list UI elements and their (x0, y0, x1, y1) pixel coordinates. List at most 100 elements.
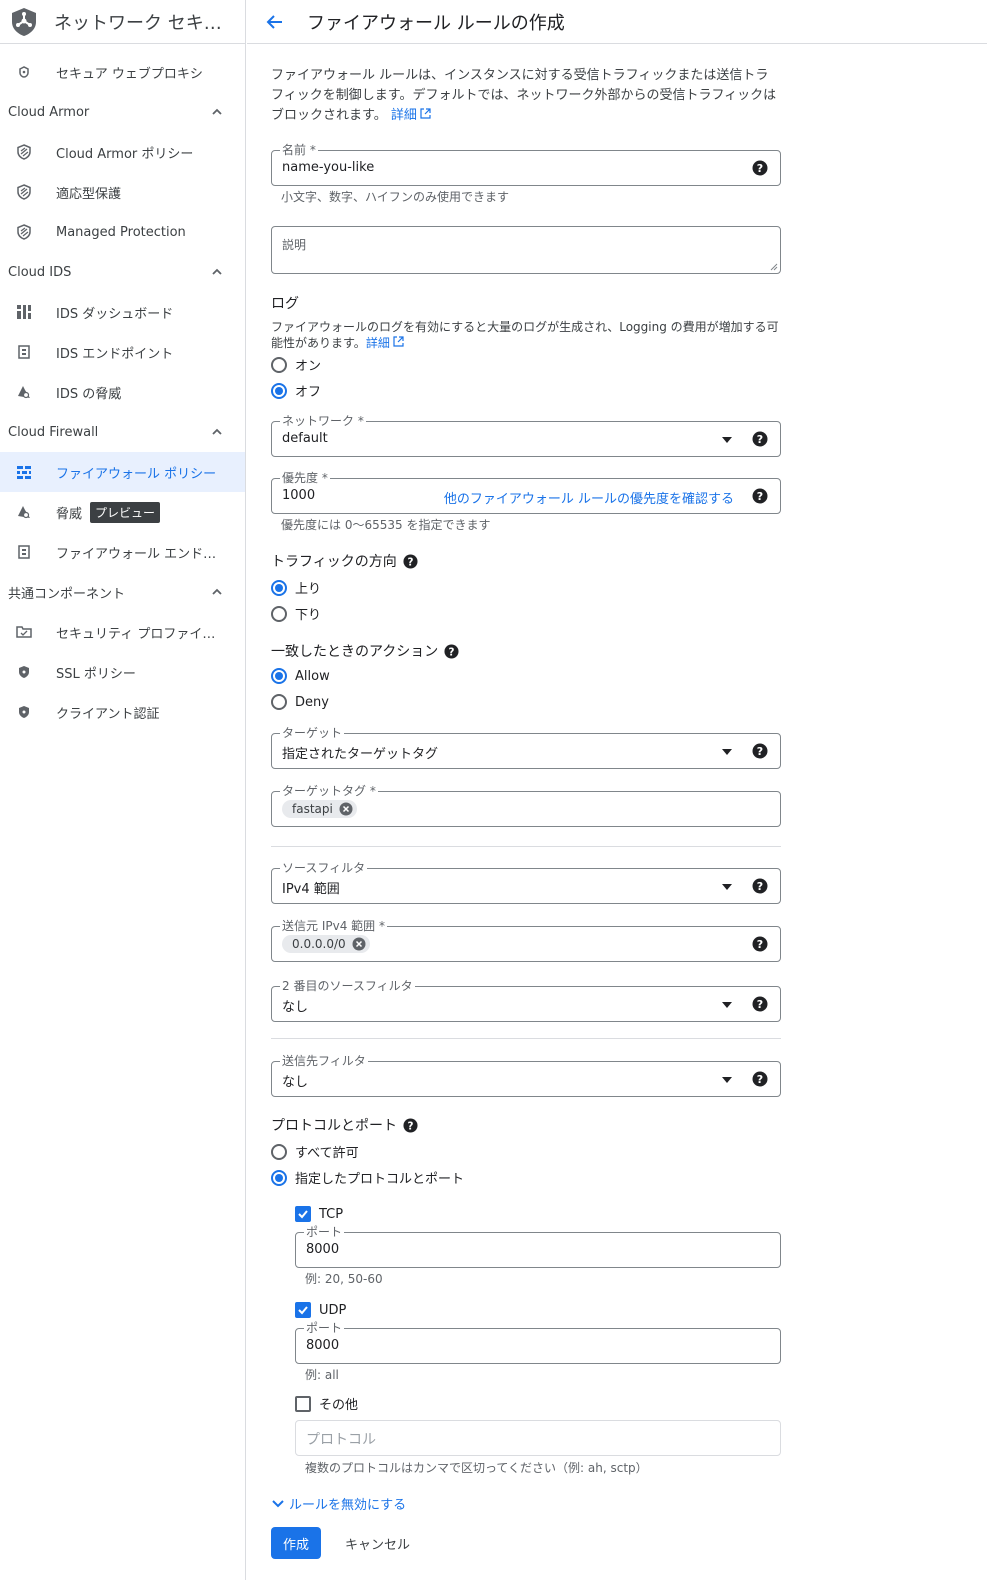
target-tags-field[interactable]: ターゲットタグ * fastapi (271, 784, 781, 827)
help-icon[interactable]: ? (752, 743, 768, 759)
check-icon (298, 1306, 308, 1315)
preview-badge: プレビュー (90, 501, 161, 523)
chip-label: 0.0.0.0/0 (292, 937, 346, 951)
action-deny-radio[interactable]: Deny (271, 694, 329, 710)
chevron-up-icon (212, 268, 222, 275)
sidebar-header: ネットワーク セキュ... (0, 0, 245, 44)
logs-on-radio[interactable]: オン (271, 355, 321, 374)
help-icon[interactable]: ? (752, 431, 768, 447)
priority-hint: 優先度には 0〜65535 を指定できます (281, 518, 491, 532)
resize-handle-icon[interactable] (770, 263, 778, 271)
help-icon[interactable]: ? (752, 488, 768, 504)
learn-more-link[interactable]: 詳細 (391, 108, 417, 123)
tcp-port-field[interactable]: ポート 8000 (295, 1225, 781, 1268)
help-icon[interactable]: ? (752, 936, 768, 952)
remove-chip-icon[interactable] (339, 802, 353, 816)
remove-chip-icon[interactable] (352, 937, 366, 951)
create-button[interactable]: 作成 (271, 1527, 321, 1559)
help-icon[interactable]: ? (752, 1071, 768, 1087)
disable-rule-toggle[interactable]: ルールを無効にする (271, 1494, 406, 1513)
logs-title: ログ (271, 296, 299, 312)
sidebar-item-security-profiles[interactable]: セキュリティ プロファイル ... (0, 612, 245, 652)
sidebar-item-ids-threats[interactable]: IDS の脅威 (0, 372, 245, 412)
help-icon[interactable]: ? (444, 643, 459, 659)
help-icon[interactable]: ? (752, 878, 768, 894)
sidebar-item-managed-protection[interactable]: Managed Protection (0, 212, 245, 252)
action-title-text: 一致したときのアクション (271, 644, 439, 660)
second-source-value: なし (282, 1000, 309, 1015)
priority-field[interactable]: 優先度 * 1000 他のファイアウォール ルールの優先度を確認する ? (271, 471, 781, 514)
logs-off-radio[interactable]: オフ (271, 381, 321, 400)
source-filter-select[interactable]: ソースフィルタ IPv4 範囲 ? (271, 861, 781, 904)
dest-filter-label: 送信先フィルタ (280, 1054, 368, 1068)
chevron-up-icon (212, 588, 222, 595)
sidebar-item-adaptive-protection[interactable]: 適応型保護 (0, 172, 245, 212)
sidebar-item-threats[interactable]: 脅威 プレビュー (0, 492, 245, 532)
udp-port-field[interactable]: ポート 8000 (295, 1321, 781, 1364)
destination-filter-select[interactable]: 送信先フィルタ なし ? (271, 1054, 781, 1097)
sidebar-item-firewall-endpoint[interactable]: ファイアウォール エンドポ... (0, 532, 245, 572)
target-value: 指定されたターゲットタグ (282, 747, 439, 762)
protocols-title: プロトコルとポート? (271, 1115, 418, 1135)
source-filter-value: IPv4 範囲 (282, 882, 340, 897)
help-icon[interactable]: ? (752, 996, 768, 1012)
other-checkbox[interactable]: その他 (295, 1394, 358, 1413)
other-protocol-field[interactable]: プロトコル (295, 1420, 781, 1456)
direction-egress-radio[interactable]: 下り (271, 604, 321, 623)
logs-learn-more-link[interactable]: 詳細 (366, 336, 390, 350)
sidebar-item-label: ファイアウォール エンドポ... (56, 546, 226, 562)
network-value: default (282, 431, 328, 446)
second-source-filter-select[interactable]: 2 番目のソースフィルタ なし ? (271, 979, 781, 1022)
description-placeholder: 説明 (282, 238, 307, 252)
source-ipv4-field[interactable]: 送信元 IPv4 範囲 * 0.0.0.0/0 ? (271, 919, 781, 962)
source-ipv4-label: 送信元 IPv4 範囲 * (280, 919, 387, 933)
sidebar-item-ids-endpoint[interactable]: IDS エンドポイント (0, 332, 245, 372)
tcp-checkbox[interactable]: TCP (295, 1206, 343, 1222)
external-link-icon (393, 336, 404, 347)
sidebar-item-label: クライアント認証 (56, 706, 160, 722)
target-select[interactable]: ターゲット 指定されたターゲットタグ ? (271, 726, 781, 769)
help-icon[interactable]: ? (403, 1117, 418, 1133)
sidebar-item-ssl-policy[interactable]: SSL ポリシー (0, 652, 245, 692)
endpoint-icon (16, 344, 32, 360)
network-label: ネットワーク * (280, 414, 366, 428)
sidebar-item-ids-dashboard[interactable]: IDS ダッシュボード (0, 292, 245, 332)
sidebar-item-firewall-policy[interactable]: ファイアウォール ポリシー (0, 452, 245, 492)
description-field[interactable]: 説明 (271, 226, 781, 274)
shield-icon (16, 664, 32, 680)
name-hint: 小文字、数字、ハイフンのみ使用できます (281, 190, 510, 204)
cancel-button[interactable]: キャンセル (335, 1527, 420, 1559)
radio-label: Allow (295, 668, 330, 684)
name-field[interactable]: 名前 * name-you-like ? (271, 143, 781, 186)
section-label: Cloud Firewall (8, 424, 99, 440)
chevron-up-icon (212, 108, 222, 115)
checkbox-label: TCP (319, 1206, 344, 1222)
help-icon[interactable]: ? (752, 160, 768, 176)
name-value: name-you-like (282, 160, 375, 175)
allow-all-radio[interactable]: すべて許可 (271, 1142, 359, 1161)
network-security-logo-icon (12, 7, 36, 36)
network-select[interactable]: ネットワーク * default ? (271, 414, 781, 457)
check-priority-link[interactable]: 他のファイアウォール ルールの優先度を確認する (444, 488, 734, 507)
section-cloud-armor[interactable]: Cloud Armor (0, 92, 245, 132)
svg-text:?: ? (408, 1120, 414, 1132)
sidebar-item-cloud-armor-policy[interactable]: Cloud Armor ポリシー (0, 132, 245, 172)
section-label: Cloud IDS (8, 264, 72, 280)
specified-protocols-radio[interactable]: 指定したプロトコルとポート (271, 1168, 464, 1187)
sidebar-item-secure-web-proxy[interactable]: セキュア ウェブプロキシ (0, 52, 245, 92)
back-arrow-icon[interactable] (265, 12, 285, 32)
name-label: 名前 * (280, 143, 318, 157)
direction-ingress-radio[interactable]: 上り (271, 578, 321, 597)
sidebar-item-client-auth[interactable]: クライアント認証 (0, 692, 245, 732)
sidebar-item-label: SSL ポリシー (56, 666, 136, 682)
section-cloud-firewall[interactable]: Cloud Firewall (0, 412, 245, 452)
shield-striped-icon (16, 144, 32, 160)
udp-checkbox[interactable]: UDP (295, 1302, 346, 1318)
help-icon[interactable]: ? (403, 553, 418, 569)
section-cloud-ids[interactable]: Cloud IDS (0, 252, 245, 292)
action-allow-radio[interactable]: Allow (271, 668, 330, 684)
radio-label: 下り (295, 608, 322, 623)
section-common-components[interactable]: 共通コンポーネント (0, 572, 245, 612)
chip-label: fastapi (292, 802, 333, 816)
check-icon (298, 1210, 308, 1219)
